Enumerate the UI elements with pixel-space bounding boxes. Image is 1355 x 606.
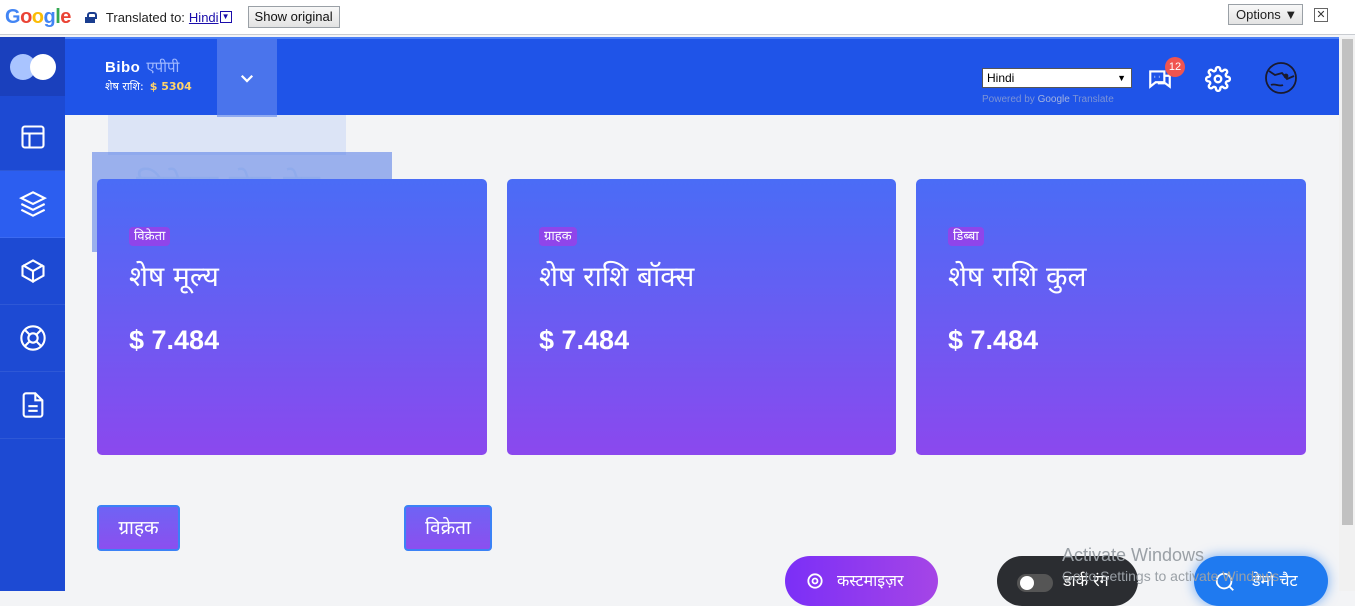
ghost-tooltip-top [108,115,346,155]
translated-to-label: Translated to: [105,9,185,25]
toggle-switch [1017,574,1053,592]
gear-icon [807,573,823,589]
sidebar-item-box[interactable] [0,238,65,305]
sidebar [0,37,65,591]
stat-card-customer: ग्राहक शेष राशि बॉक्स $ 7.484 [507,179,896,455]
translate-bar: Google Translated to: Hindi ▼ Show origi… [0,0,1355,35]
stat-card-seller: विक्रेता शेष मूल्य $ 7.484 [97,179,487,455]
customizer-label: कस्टमाइज़र [837,571,904,590]
card-tag: डिब्बा [948,227,984,246]
card-value: $ 7.484 [948,325,1039,355]
language-dropdown-icon[interactable]: ▼ [219,11,232,23]
avatar[interactable] [1261,57,1301,97]
brand: Bibo एपीपी शेष राशि: $ 5304 [105,57,192,94]
card-title: शेष राशि बॉक्स [539,260,695,293]
brand-name: Bibo [105,59,141,76]
app-logo[interactable] [0,37,65,96]
sidebar-item-support[interactable] [0,305,65,372]
document-icon [22,392,43,418]
activate-windows-watermark: Activate Windows Go to Settings to activ… [1062,545,1283,584]
customizer-button[interactable]: कस्टमाइज़र [785,556,938,606]
balance-value: $ 5304 [149,80,192,93]
powered-by-google-translate: Powered by Google Translate [982,94,1114,105]
sidebar-item-layers[interactable] [0,171,65,238]
customer-button[interactable]: ग्राहक [97,505,180,551]
layers-icon [18,191,47,217]
google-logo: Google [5,5,71,28]
brand-app: एपीपी [146,58,180,76]
language-select[interactable]: Hindi [982,68,1132,88]
box-icon [20,259,45,283]
card-title: शेष राशि कुल [948,260,1087,293]
scrollbar-thumb[interactable] [1342,39,1353,525]
seller-button[interactable]: विक्रेता [404,505,492,551]
lock-icon [84,11,97,23]
logo-dots-icon [9,53,56,80]
sidebar-item-documents[interactable] [0,372,65,439]
gear-icon[interactable] [1205,66,1231,92]
balance-label: शेष राशि: [105,80,144,93]
options-button[interactable]: Options ▼ [1228,4,1303,25]
chevron-down-icon [240,74,254,83]
card-tag: विक्रेता [129,227,171,246]
watermark-subtitle: Go to Settings to activate Windows. [1062,568,1283,584]
watermark-title: Activate Windows [1062,545,1205,565]
card-tag: ग्राहक [539,227,577,246]
card-value: $ 7.484 [539,325,630,355]
card-value: $ 7.484 [129,325,220,355]
notification-badge: 12 [1165,57,1185,77]
card-title: शेष मूल्य [129,260,219,293]
brand-dropdown-button[interactable] [217,39,277,117]
layout-icon [20,125,45,149]
page-scrollbar[interactable] [1339,37,1355,591]
lifebuoy-icon [19,325,46,351]
show-original-button[interactable]: Show original [247,6,340,28]
stat-card-box: डिब्बा शेष राशि कुल $ 7.484 [916,179,1306,455]
sidebar-item-dashboard[interactable] [0,104,65,171]
translated-language-link[interactable]: Hindi [189,10,219,25]
close-translate-bar-button[interactable]: ✕ [1314,8,1328,22]
top-header: Bibo एपीपी शेष राशि: $ 5304 Hindi Powered … [65,37,1339,117]
